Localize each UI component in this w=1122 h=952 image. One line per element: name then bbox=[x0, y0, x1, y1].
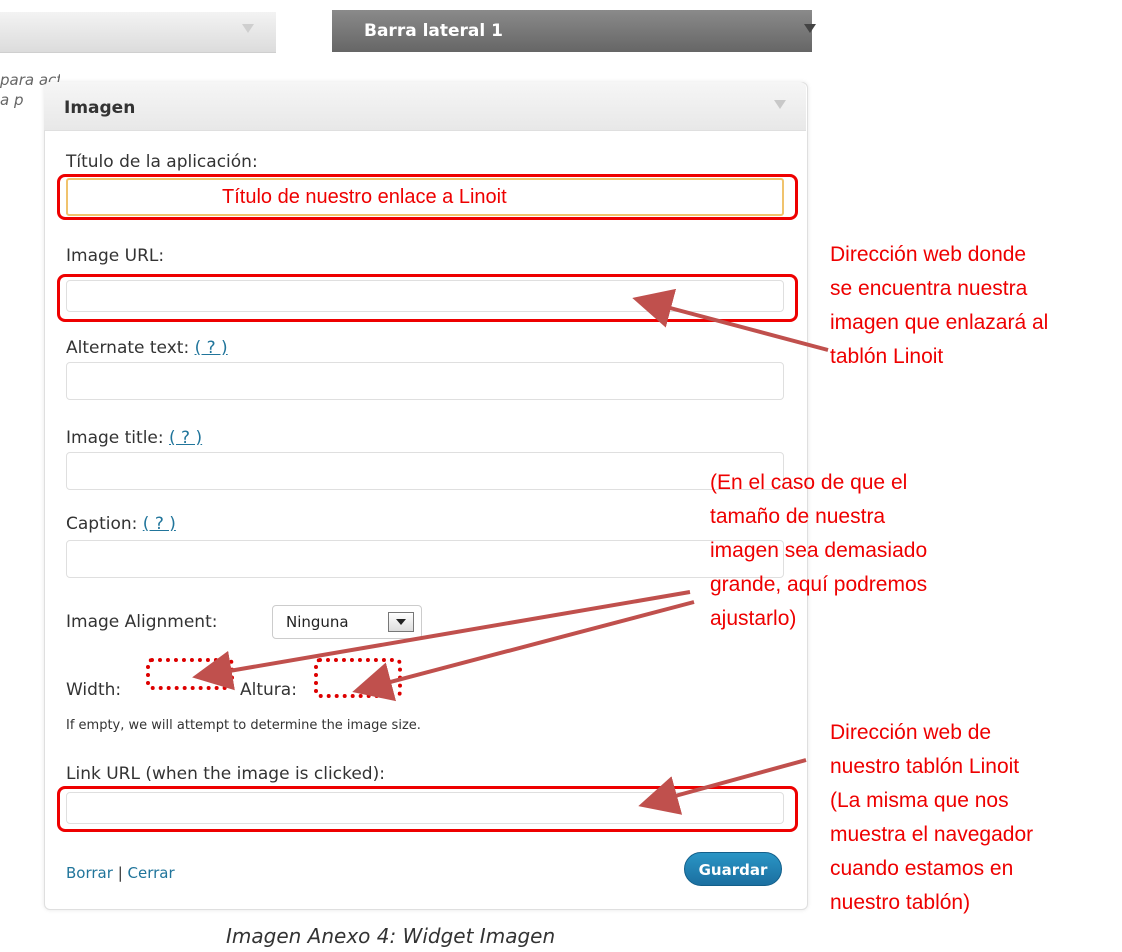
image-url-arrow bbox=[632, 288, 829, 352]
height-arrow bbox=[352, 600, 695, 702]
figure-caption: Imagen Anexo 4: Widget Imagen bbox=[226, 924, 556, 948]
link-url-arrow bbox=[638, 758, 807, 815]
width-arrow bbox=[192, 590, 691, 691]
annotation-arrows bbox=[192, 288, 829, 815]
